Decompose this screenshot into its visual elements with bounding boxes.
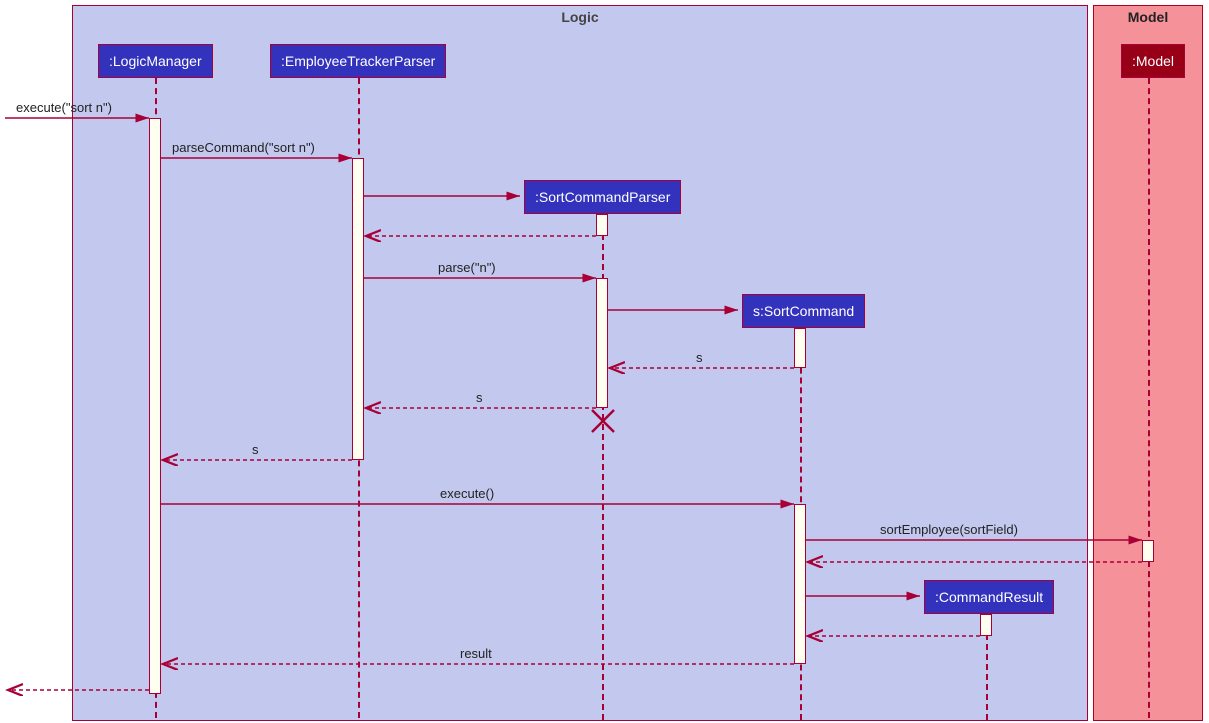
msg-parse-n: parse("n") bbox=[438, 260, 496, 275]
msg-parsecommand: parseCommand("sort n") bbox=[172, 140, 315, 155]
logic-region-label: Logic bbox=[561, 6, 598, 28]
participant-model-label: :Model bbox=[1132, 53, 1174, 69]
activation-parser bbox=[352, 158, 364, 460]
participant-cmdresult: :CommandResult bbox=[924, 580, 1054, 614]
model-region-label: Model bbox=[1128, 6, 1168, 28]
activation-sortcmd-2 bbox=[794, 504, 806, 664]
msg-return-s-1: s bbox=[696, 350, 703, 365]
participant-parser-label: :EmployeeTrackerParser bbox=[281, 53, 435, 69]
destroy-icon bbox=[590, 408, 616, 441]
msg-execute: execute() bbox=[440, 486, 494, 501]
activation-sortcmdparser-1 bbox=[596, 214, 608, 236]
msg-result: result bbox=[460, 646, 492, 661]
activation-sortcmdparser-2 bbox=[596, 278, 608, 408]
participant-logicmanager-label: :LogicManager bbox=[109, 53, 202, 69]
participant-sortcmd-label: s:SortCommand bbox=[753, 303, 854, 319]
msg-return-s-3: s bbox=[252, 442, 259, 457]
msg-return-s-2: s bbox=[476, 390, 483, 405]
activation-model bbox=[1142, 540, 1154, 562]
activation-cmdresult bbox=[980, 614, 992, 636]
participant-logicmanager: :LogicManager bbox=[98, 44, 213, 78]
lifeline-model bbox=[1148, 78, 1150, 718]
activation-sortcmd-1 bbox=[794, 328, 806, 368]
msg-execute-sort: execute("sort n") bbox=[16, 100, 112, 115]
participant-parser: :EmployeeTrackerParser bbox=[270, 44, 446, 78]
participant-sortcmdparser: :SortCommandParser bbox=[524, 180, 681, 214]
participant-cmdresult-label: :CommandResult bbox=[935, 589, 1043, 605]
activation-logicmanager bbox=[149, 118, 161, 694]
msg-sortemployee: sortEmployee(sortField) bbox=[880, 522, 1018, 537]
participant-sortcmdparser-label: :SortCommandParser bbox=[535, 189, 670, 205]
participant-sortcmd: s:SortCommand bbox=[742, 294, 865, 328]
participant-model: :Model bbox=[1121, 44, 1185, 78]
